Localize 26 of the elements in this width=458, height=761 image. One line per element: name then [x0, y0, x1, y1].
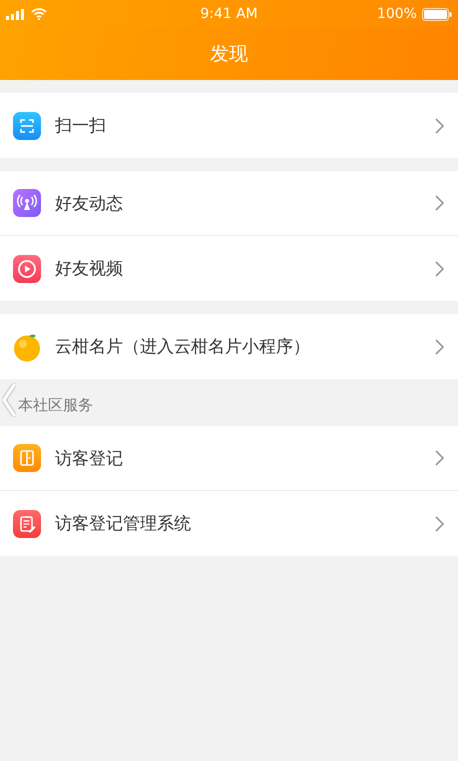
- section-title: 本社区服务: [18, 396, 93, 415]
- chevron-icon: [435, 118, 444, 134]
- form-icon: [13, 510, 41, 538]
- battery-percent: 100%: [376, 6, 417, 22]
- menu-item[interactable]: 好友视频: [0, 236, 458, 301]
- chevron-icon: [435, 195, 444, 211]
- status-time: 9:41 AM: [200, 6, 258, 22]
- chevron-icon: [435, 450, 444, 466]
- chevron-icon: [435, 260, 444, 276]
- page-title: 发现: [210, 42, 248, 67]
- menu-item[interactable]: 访客登记管理系统: [0, 491, 458, 556]
- door-icon: [13, 444, 41, 472]
- antenna-icon: [13, 189, 41, 217]
- menu-item[interactable]: 扫一扫: [0, 93, 458, 158]
- chevron-icon: [435, 338, 444, 354]
- menu-item[interactable]: 云柑名片（进入云柑名片小程序）: [0, 314, 458, 379]
- wifi-icon: [31, 8, 47, 20]
- scan-icon: [13, 112, 41, 140]
- battery-icon: [422, 8, 452, 20]
- play-icon: [13, 254, 41, 282]
- citrus-fruit-icon: [13, 332, 41, 362]
- signal-icon: [6, 8, 26, 20]
- menu-item[interactable]: 好友动态: [0, 171, 458, 236]
- menu-item[interactable]: 访客登记: [0, 426, 458, 491]
- chevron-icon: [435, 516, 444, 532]
- back-gesture-icon[interactable]: [2, 383, 16, 417]
